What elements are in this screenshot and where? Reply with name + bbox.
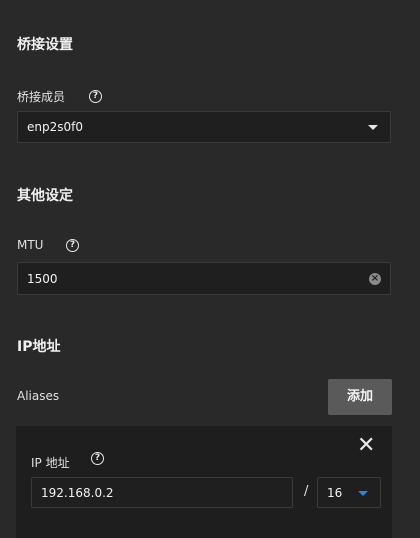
- other-settings-title: 其他设定: [17, 188, 73, 204]
- close-icon[interactable]: ✕: [357, 435, 375, 457]
- bridge-members-label: 桥接成员: [17, 90, 66, 104]
- chevron-down-icon: [368, 125, 378, 130]
- clear-icon[interactable]: ×: [369, 273, 381, 285]
- ip-address-label: IP 地址: [31, 456, 70, 470]
- bridge-members-select[interactable]: enp2s0f0: [17, 111, 391, 143]
- mtu-label: MTU: [17, 238, 44, 252]
- help-icon[interactable]: ?: [89, 90, 102, 103]
- netmask-select[interactable]: 16: [317, 477, 381, 508]
- netmask-value: 16: [327, 485, 343, 500]
- help-icon[interactable]: ?: [66, 239, 79, 252]
- netmask-separator: /: [304, 484, 309, 499]
- mtu-input[interactable]: 1500 ×: [17, 262, 391, 295]
- help-icon[interactable]: ?: [91, 452, 104, 465]
- aliases-label: Aliases: [17, 389, 60, 403]
- mtu-value: 1500: [27, 271, 58, 286]
- ip-address-input[interactable]: 192.168.0.2: [31, 477, 293, 508]
- add-alias-button[interactable]: 添加: [328, 379, 392, 415]
- alias-card: ✕ IP 地址 ? 192.168.0.2 / 16: [16, 426, 392, 538]
- ip-section-title: IP地址: [17, 339, 61, 355]
- ip-address-value: 192.168.0.2: [41, 485, 114, 500]
- chevron-down-icon: [358, 491, 368, 496]
- bridge-members-value: enp2s0f0: [27, 120, 83, 134]
- bridge-settings-title: 桥接设置: [17, 37, 73, 53]
